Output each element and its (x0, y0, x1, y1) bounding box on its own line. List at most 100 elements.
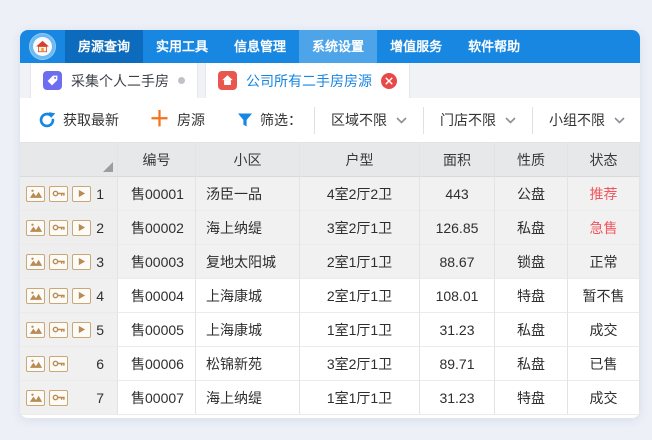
photo-icon[interactable] (26, 288, 45, 304)
column-header-area[interactable]: 面积 (420, 143, 495, 177)
cell-nature: 私盘 (495, 347, 568, 381)
cell-layout: 2室1厅1卫 (300, 279, 420, 313)
menu-item-listing-query[interactable]: 房源查询 (65, 30, 143, 63)
row-header-cell: 4 (20, 279, 118, 313)
chevron-down-icon (505, 117, 516, 124)
row-header-cell: 5 (20, 313, 118, 347)
cell-area: 31.23 (420, 313, 495, 347)
cell-community: 汤臣一品 (196, 177, 300, 211)
chevron-down-icon (396, 117, 407, 124)
cell-community: 松锦新苑 (196, 347, 300, 381)
column-header-nature[interactable]: 性质 (495, 143, 568, 177)
tab-status-dot (178, 77, 185, 84)
photo-icon[interactable] (26, 254, 45, 270)
home-logo-button[interactable] (29, 33, 56, 60)
cell-layout: 3室2厅1卫 (300, 347, 420, 381)
row-number: 6 (96, 356, 117, 372)
column-header-status[interactable]: 状态 (568, 143, 640, 177)
cell-code: 售00007 (118, 381, 196, 415)
row-number: 4 (96, 288, 117, 304)
cell-community: 上海康城 (196, 313, 300, 347)
menu-item-value-services[interactable]: 增值服务 (377, 30, 455, 63)
status-text: 急售 (590, 218, 618, 238)
cell-code: 售00001 (118, 177, 196, 211)
status-text: 成交 (590, 320, 618, 340)
group-filter-dropdown[interactable]: 小组不限 (545, 110, 629, 130)
key-icon[interactable] (49, 254, 68, 270)
photo-icon[interactable] (26, 220, 45, 236)
video-play-icon[interactable] (72, 186, 91, 202)
table-row[interactable]: 2 售00002 海上纳缇 3室2厅1卫 126.85 私盘 急售 (20, 211, 640, 245)
table-row[interactable]: 5 售00005 上海康城 1室1厅1卫 31.23 私盘 成交 (20, 313, 640, 347)
store-filter-dropdown[interactable]: 门店不限 (436, 110, 520, 130)
table-row[interactable]: 3 售00003 复地太阳城 2室1厅1卫 88.67 锁盘 正常 (20, 245, 640, 279)
row-header-cell: 2 (20, 211, 118, 245)
cell-status: 暂不售 (568, 279, 640, 313)
cell-code: 售00002 (118, 211, 196, 245)
cell-status: 正常 (568, 245, 640, 279)
photo-icon[interactable] (26, 322, 45, 338)
tab-collect-personal-listings[interactable]: 采集个人二手房 (30, 63, 198, 98)
plus-icon: ＋ (149, 109, 170, 130)
key-icon[interactable] (49, 356, 68, 372)
tag-icon (43, 71, 62, 90)
row-header-cell: 7 (20, 381, 118, 415)
refresh-button[interactable]: 获取最新 (38, 110, 119, 130)
cell-nature: 特盘 (495, 381, 568, 415)
cell-code: 售00006 (118, 347, 196, 381)
add-listing-button[interactable]: ＋ 房源 (149, 110, 205, 130)
table-header-row: 编号 小区 户型 面积 性质 状态 (20, 143, 640, 177)
cell-layout: 2室1厅1卫 (300, 245, 420, 279)
video-play-icon[interactable] (72, 254, 91, 270)
cell-status: 已售 (568, 347, 640, 381)
row-header-cell: 6 (20, 347, 118, 381)
key-icon[interactable] (49, 390, 68, 406)
row-number: 5 (96, 322, 117, 338)
key-icon[interactable] (49, 186, 68, 202)
cell-area: 89.71 (420, 347, 495, 381)
table-row[interactable]: 6 售00006 松锦新苑 3室2厅1卫 89.71 私盘 已售 (20, 347, 640, 381)
cell-code: 售00003 (118, 245, 196, 279)
filter-label: 筛选： (260, 110, 302, 130)
region-filter-dropdown[interactable]: 区域不限 (327, 110, 411, 130)
column-header-community[interactable]: 小区 (196, 143, 300, 177)
tab-company-listings[interactable]: 公司所有二手房房源 (205, 63, 410, 98)
cell-nature: 锁盘 (495, 245, 568, 279)
video-play-icon[interactable] (72, 322, 91, 338)
cell-area: 126.85 (420, 211, 495, 245)
table-row[interactable]: 7 售00007 海上纳缇 1室1厅1卫 31.23 特盘 成交 (20, 381, 640, 415)
key-icon[interactable] (49, 220, 68, 236)
photo-icon[interactable] (26, 356, 45, 372)
cell-layout: 1室1厅1卫 (300, 313, 420, 347)
menu-item-software-help[interactable]: 软件帮助 (455, 30, 533, 63)
cell-status: 成交 (568, 313, 640, 347)
menu-item-info-management[interactable]: 信息管理 (221, 30, 299, 63)
cell-status: 成交 (568, 381, 640, 415)
cell-code: 售00005 (118, 313, 196, 347)
row-number: 3 (96, 254, 117, 270)
row-number: 2 (96, 220, 117, 236)
video-play-icon[interactable] (72, 220, 91, 236)
table-row[interactable]: 1 售00001 汤臣一品 4室2厅2卫 443 公盘 推荐 (20, 177, 640, 211)
column-header-layout[interactable]: 户型 (300, 143, 420, 177)
photo-icon[interactable] (26, 390, 45, 406)
menu-item-utilities[interactable]: 实用工具 (143, 30, 221, 63)
column-header-code[interactable]: 编号 (118, 143, 196, 177)
toolbar-separator (423, 107, 424, 134)
menu-bar: 房源查询 实用工具 信息管理 系统设置 增值服务 软件帮助 (20, 30, 640, 63)
video-play-icon[interactable] (72, 288, 91, 304)
menu-item-system-settings[interactable]: 系统设置 (299, 30, 377, 63)
select-all-corner[interactable] (20, 143, 118, 177)
table-row[interactable]: 4 售00004 上海康城 2室1厅1卫 108.01 特盘 暂不售 (20, 279, 640, 313)
cell-area: 88.67 (420, 245, 495, 279)
key-icon[interactable] (49, 322, 68, 338)
row-header-cell: 3 (20, 245, 118, 279)
filter-button[interactable]: 筛选： (237, 110, 302, 130)
funnel-icon (237, 112, 253, 128)
add-label: 房源 (177, 110, 205, 130)
key-icon[interactable] (49, 288, 68, 304)
cell-layout: 3室2厅1卫 (300, 211, 420, 245)
close-tab-icon[interactable] (381, 73, 397, 89)
photo-icon[interactable] (26, 186, 45, 202)
home-tab-icon (218, 71, 237, 90)
